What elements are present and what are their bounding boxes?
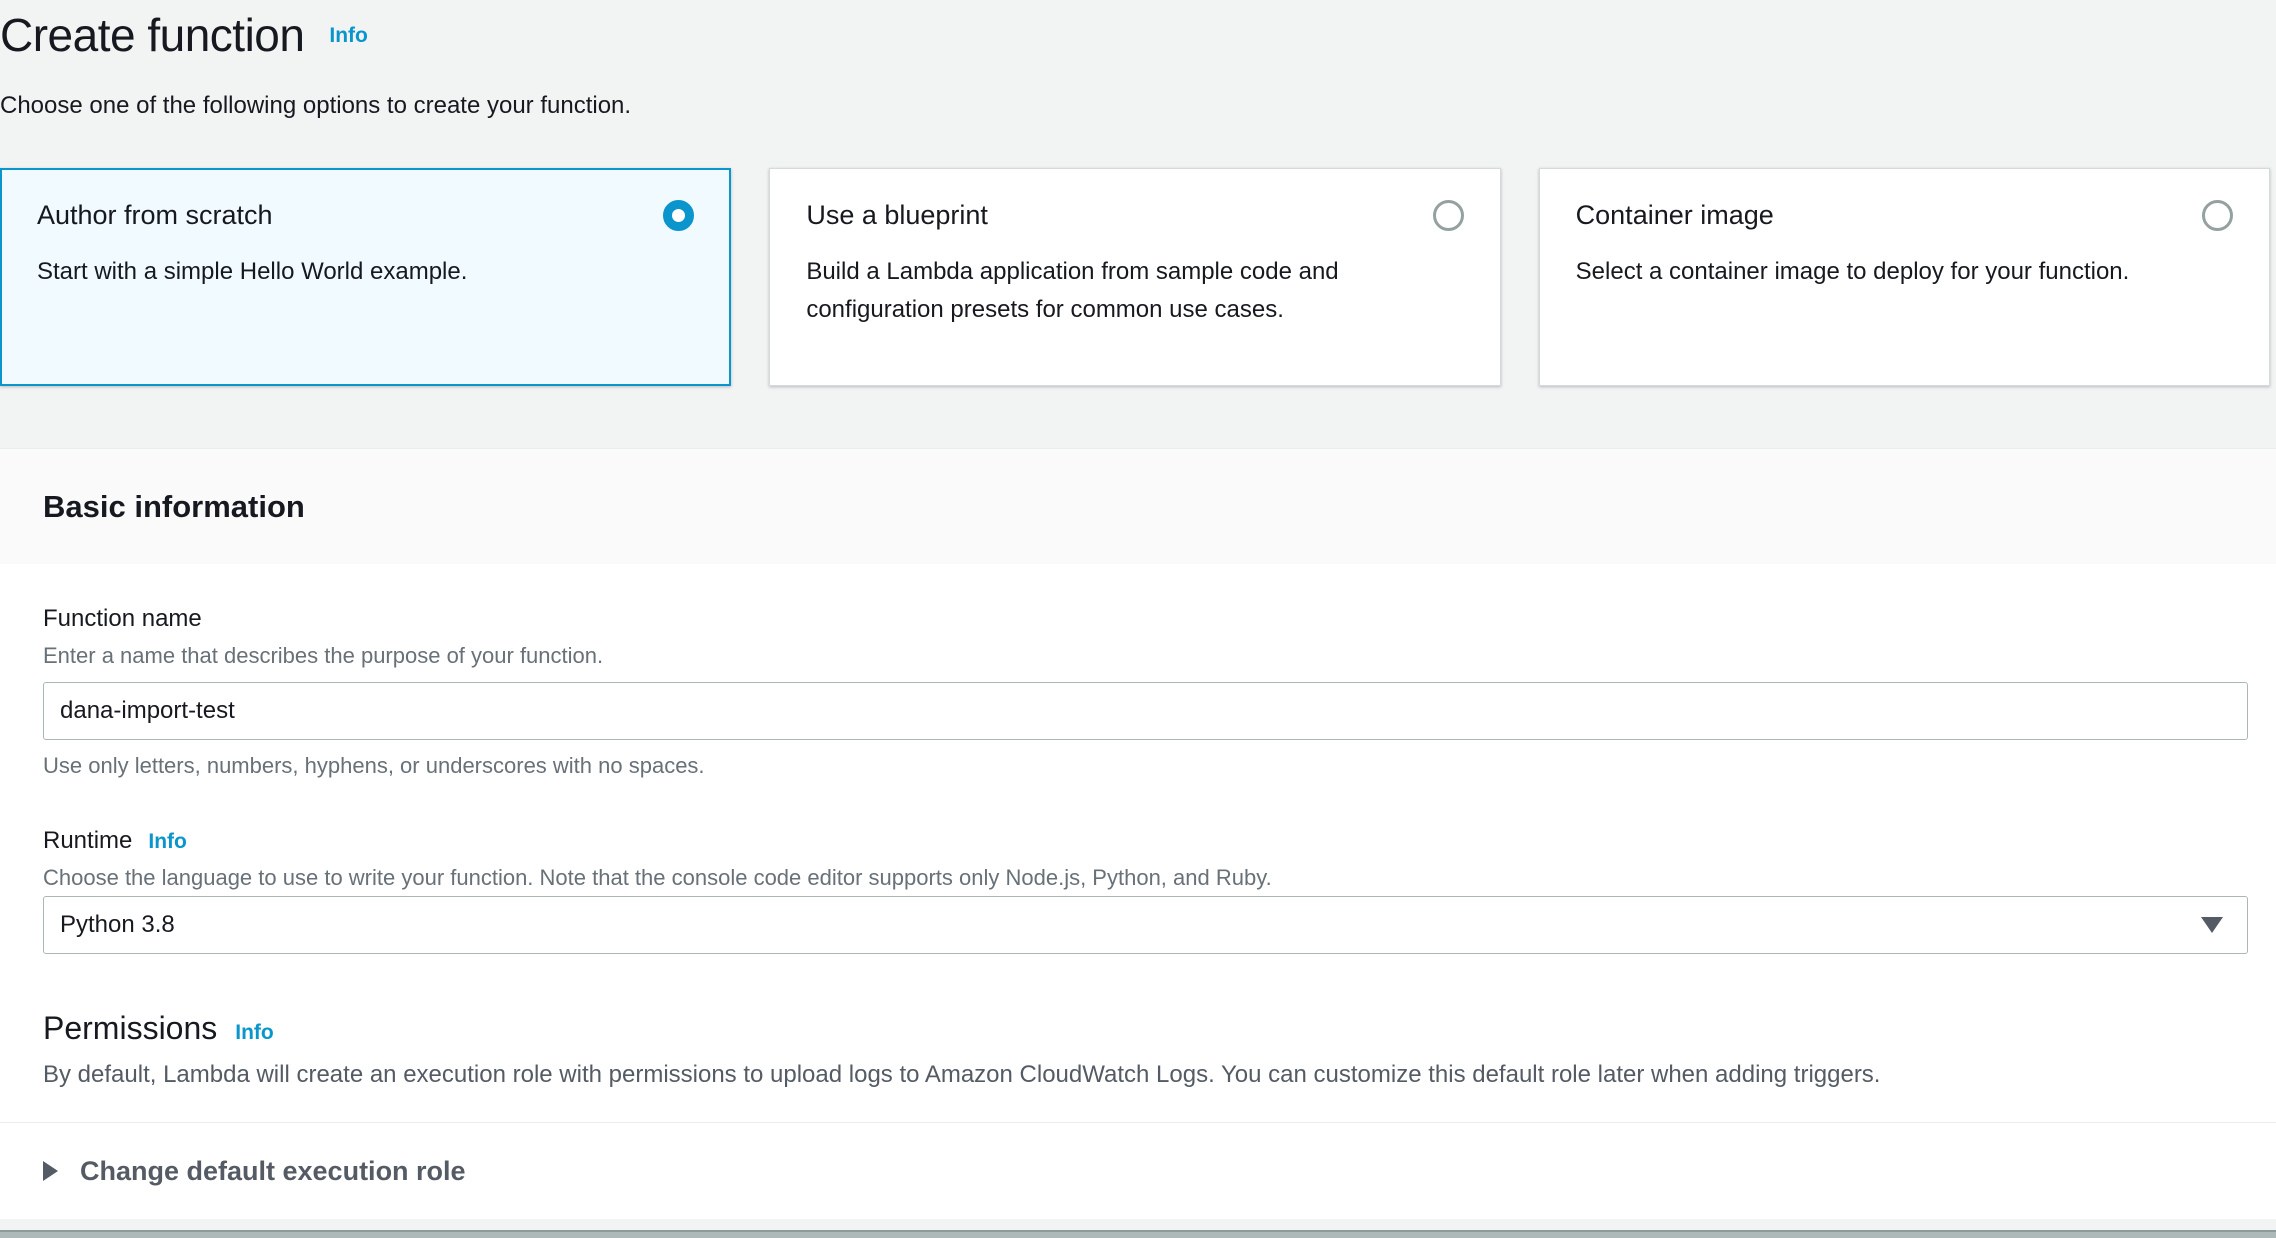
- card-title: Use a blueprint: [806, 197, 988, 233]
- permissions-heading: Permissions: [43, 1010, 217, 1047]
- runtime-info-link[interactable]: Info: [148, 830, 186, 854]
- create-function-info-link[interactable]: Info: [329, 24, 367, 47]
- create-function-page: Create function Info Choose one of the f…: [0, 0, 2276, 386]
- permissions-info-link[interactable]: Info: [235, 1021, 273, 1045]
- card-description: Start with a simple Hello World example.: [37, 253, 694, 291]
- dropdown-caret-icon: [2201, 917, 2223, 933]
- function-name-description: Enter a name that describes the purpose …: [43, 642, 2248, 670]
- card-author-from-scratch[interactable]: Author from scratch Start with a simple …: [0, 168, 731, 386]
- runtime-select[interactable]: Python 3.8: [43, 896, 2248, 954]
- runtime-field: Runtime Info Choose the language to use …: [43, 826, 2248, 954]
- use-a-blueprint-radio[interactable]: [1433, 200, 1464, 231]
- function-name-input[interactable]: [43, 682, 2248, 740]
- change-default-execution-role-expander[interactable]: Change default execution role: [0, 1123, 2276, 1219]
- permissions-heading-row: Permissions Info: [43, 1010, 2248, 1047]
- function-name-constraint: Use only letters, numbers, hyphens, or u…: [43, 752, 2248, 780]
- runtime-label-row: Runtime Info: [43, 826, 2248, 856]
- card-head: Container image: [1576, 197, 2233, 233]
- function-name-field: Function name Enter a name that describe…: [43, 604, 2248, 780]
- author-from-scratch-radio[interactable]: [663, 200, 694, 231]
- basic-information-panel: Basic information Function name Enter a …: [0, 448, 2276, 1219]
- page-title: Create function: [0, 9, 304, 61]
- basic-information-body: Function name Enter a name that describe…: [0, 564, 2276, 1122]
- card-head: Use a blueprint: [806, 197, 1463, 233]
- permissions-description: By default, Lambda will create an execut…: [43, 1061, 2248, 1089]
- card-use-a-blueprint[interactable]: Use a blueprint Build a Lambda applicati…: [769, 168, 1500, 386]
- page-title-row: Create function Info: [0, 6, 2276, 64]
- card-title: Author from scratch: [37, 197, 273, 233]
- card-description: Build a Lambda application from sample c…: [806, 253, 1463, 329]
- card-description: Select a container image to deploy for y…: [1576, 253, 2136, 291]
- card-title: Container image: [1576, 197, 1774, 233]
- expand-arrow-icon: [43, 1161, 58, 1181]
- card-head: Author from scratch: [37, 197, 694, 233]
- card-container-image[interactable]: Container image Select a container image…: [1539, 168, 2270, 386]
- function-name-label: Function name: [43, 604, 2248, 634]
- expander-label: Change default execution role: [80, 1156, 466, 1187]
- container-image-radio[interactable]: [2202, 200, 2233, 231]
- runtime-description: Choose the language to use to write your…: [43, 864, 2248, 892]
- basic-information-heading: Basic information: [43, 489, 305, 525]
- basic-information-header: Basic information: [0, 448, 2276, 564]
- bottom-divider: [0, 1230, 2276, 1238]
- page-subtitle: Choose one of the following options to c…: [0, 90, 2276, 122]
- runtime-label: Runtime: [43, 826, 132, 856]
- permissions-section: Permissions Info By default, Lambda will…: [43, 1010, 2248, 1089]
- runtime-selected-value: Python 3.8: [60, 911, 175, 939]
- creation-option-cards: Author from scratch Start with a simple …: [0, 168, 2270, 386]
